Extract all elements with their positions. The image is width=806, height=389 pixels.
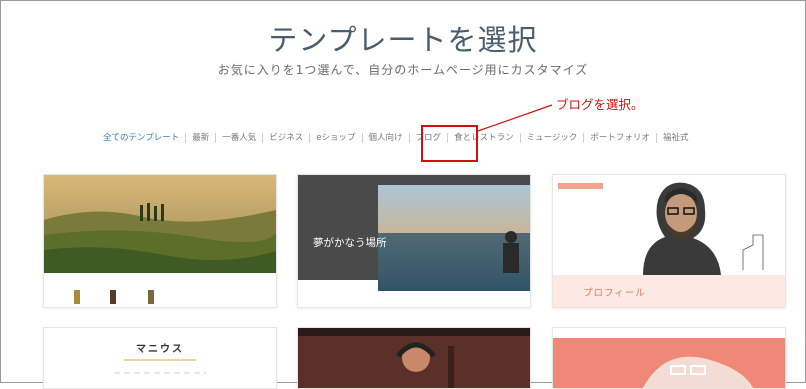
template-card-glasses[interactable] [552,327,786,389]
music-thumbnail [298,328,530,388]
template-card-music[interactable] [297,327,531,389]
glasses-thumbnail [553,328,785,388]
template-card-profile[interactable]: プロフィール [552,174,786,308]
manius-thumbnail-lines [114,359,206,374]
callout-highlight-box [421,125,478,162]
template-card-manius[interactable]: マニウス [43,327,277,389]
card-label: プロフィール [583,288,646,299]
template-card-seaside[interactable]: 夢がかなう場所 [297,174,531,308]
vineyard-thumbnail [44,175,276,307]
card-headline: 夢がかなう場所 [313,237,387,249]
template-card-vineyard[interactable] [43,174,277,308]
callout-text: ブログを選択。 [556,97,644,112]
